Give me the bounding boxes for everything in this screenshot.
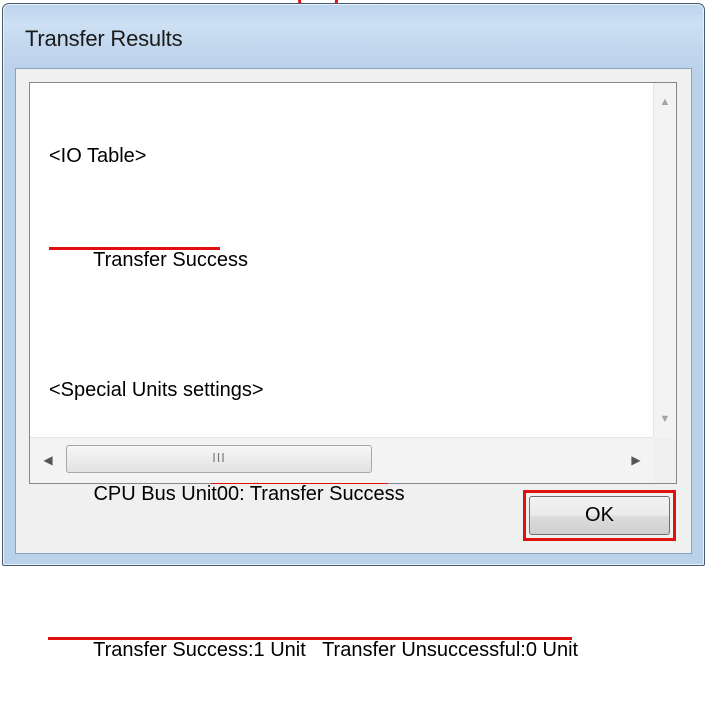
result-line: <IO Table> [49,145,147,167]
horizontal-scroll-thumb[interactable]: III [66,445,372,473]
arrow-left-icon[interactable]: ◀ [38,449,58,471]
horizontal-scrollbar[interactable]: ◀ III ▶ [30,437,654,483]
result-line: Transfer Success [49,221,629,271]
result-line: <Special Units settings> [49,379,264,401]
arrow-right-icon[interactable]: ▶ [626,449,646,471]
results-textbox[interactable]: <IO Table> Transfer Success <Special Uni… [29,82,677,661]
result-line-blank [49,299,629,325]
arrow-down-icon[interactable]: ▼ [654,408,676,430]
dialog-title: Transfer Results [25,26,183,51]
result-line-text: Transfer Success [93,249,248,271]
results-content: <IO Table> Transfer Success <Special Uni… [48,91,629,689]
transfer-results-dialog: Transfer Results <IO Table> Transfer Suc… [2,3,705,661]
annotation-underline [48,637,572,640]
scrollbar-corner [654,438,676,483]
annotation-underline [49,247,220,250]
vertical-scrollbar[interactable]: ▲ ▼ [653,83,676,438]
result-line-text: Transfer Success:1 Unit Transfer Unsucce… [93,639,579,661]
result-line: Transfer Success:1 Unit Transfer Unsucce… [48,611,629,661]
grip-icon: III [212,451,226,465]
ok-button[interactable]: OK [529,496,670,535]
result-line-text: CPU Bus Unit00: Transfer Success [93,483,405,505]
arrow-up-icon[interactable]: ▲ [654,91,676,113]
